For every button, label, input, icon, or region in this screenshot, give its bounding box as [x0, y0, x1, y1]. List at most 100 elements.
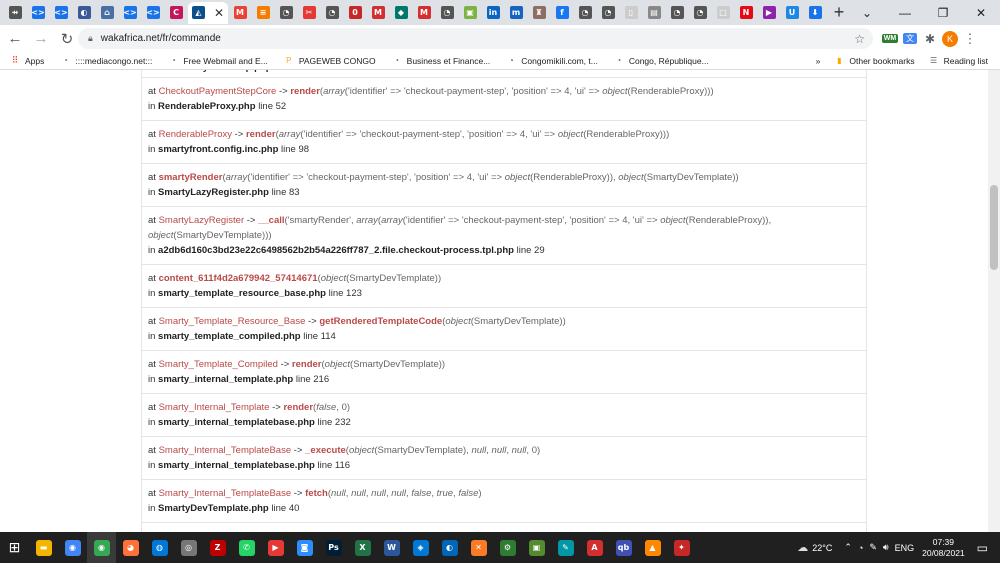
tab-b-18[interactable]: ▤: [643, 2, 665, 24]
bookmark-item[interactable]: ◔ Congomikili.com, t...: [506, 56, 598, 66]
maximize-button[interactable]: ❐: [924, 6, 962, 20]
taskbar-app-2[interactable]: ◉: [87, 532, 116, 563]
address-bar[interactable]: 🔒︎ wakafrica.net/fr/commande ☆: [78, 28, 873, 49]
start-button[interactable]: ⊞: [0, 532, 29, 563]
tab-b-0[interactable]: M: [229, 2, 251, 24]
back-button[interactable]: ←: [2, 30, 28, 47]
taskbar-app-3[interactable]: ◕: [116, 532, 145, 563]
tab-b-25[interactable]: ⬇: [804, 2, 826, 24]
language-indicator[interactable]: ENG: [895, 543, 915, 553]
taskbar-app-6[interactable]: Z: [203, 532, 232, 563]
bookmark-item[interactable]: P PAGEWEB CONGO: [284, 56, 376, 66]
forward-button[interactable]: →: [28, 30, 54, 47]
browser-menu-icon[interactable]: ⋮: [960, 29, 980, 49]
taskbar-app-icon: ⚙: [499, 539, 516, 556]
tab-a-6[interactable]: <>: [142, 2, 164, 24]
tray-chevron-icon[interactable]: ⌃: [844, 542, 852, 553]
taskbar-app-11[interactable]: X: [348, 532, 377, 563]
other-bookmarks-folder[interactable]: ▮ Other bookmarks: [834, 56, 914, 66]
taskbar-app-20[interactable]: qb: [609, 532, 638, 563]
close-window-button[interactable]: ✕: [962, 6, 1000, 20]
tab-b-4[interactable]: ◔: [321, 2, 343, 24]
taskbar-app-4[interactable]: ◍: [145, 532, 174, 563]
tab-b-17[interactable]: ▯: [620, 2, 642, 24]
taskbar-app-15[interactable]: ✕: [464, 532, 493, 563]
taskbar-app-19[interactable]: A: [580, 532, 609, 563]
frame-call: at content_611f4d2a679942_57414671(objec…: [148, 273, 442, 284]
taskbar-app-1[interactable]: ◉: [58, 532, 87, 563]
tab-a-0[interactable]: ⇸: [4, 2, 26, 24]
extensions-puzzle-icon[interactable]: ✱: [920, 29, 940, 49]
tab-a-1[interactable]: <>: [27, 2, 49, 24]
page-scrollbar[interactable]: [988, 70, 1000, 532]
network-icon[interactable]: ◔: [858, 543, 863, 553]
bookmark-star-icon[interactable]: ☆: [854, 32, 865, 46]
tab-a-7[interactable]: C: [165, 2, 187, 24]
tab-b-24[interactable]: U: [781, 2, 803, 24]
tab-b-20[interactable]: ◔: [689, 2, 711, 24]
tab-a-2[interactable]: <>: [50, 2, 72, 24]
tab-b-8[interactable]: M: [413, 2, 435, 24]
taskbar-app-22[interactable]: ✦: [667, 532, 696, 563]
apps-shortcut[interactable]: ⠿ Apps: [10, 55, 45, 66]
taskbar-app-16[interactable]: ⚙: [493, 532, 522, 563]
lock-icon[interactable]: 🔒︎: [88, 33, 93, 44]
tab-b-21[interactable]: □: [712, 2, 734, 24]
tab-active[interactable]: ◭ ✕: [188, 1, 228, 24]
taskbar-app-10[interactable]: Ps: [319, 532, 348, 563]
extension-translate-icon[interactable]: 文: [900, 29, 920, 49]
minimize-button[interactable]: —: [886, 6, 924, 20]
taskbar-app-8[interactable]: ▶: [261, 532, 290, 563]
taskbar-app-18[interactable]: ✎: [551, 532, 580, 563]
extension-wm-icon[interactable]: WM: [880, 29, 900, 49]
bookmark-item[interactable]: ◔ Congo, République...: [614, 56, 708, 66]
bookmarks-overflow-button[interactable]: »: [816, 56, 821, 66]
tab-b-12[interactable]: m: [505, 2, 527, 24]
volume-icon[interactable]: 🔊︎: [883, 542, 889, 553]
tab-search-dropdown-icon[interactable]: ⌄: [848, 6, 886, 20]
tab-b-2[interactable]: ◔: [275, 2, 297, 24]
tab-b-6[interactable]: M: [367, 2, 389, 24]
tab-b-14[interactable]: f: [551, 2, 573, 24]
bookmark-item[interactable]: ◔ Free Webmail and E...: [168, 56, 268, 66]
taskbar-app-17[interactable]: ▣: [522, 532, 551, 563]
taskbar-app-icon: ◙: [296, 539, 313, 556]
bookmark-item[interactable]: ◔ Business et Finance...: [392, 56, 490, 66]
pen-icon[interactable]: ✎: [869, 542, 877, 553]
tab-b-1[interactable]: ≡: [252, 2, 274, 24]
bookmark-item[interactable]: ◔::::mediacongo.net:::: [60, 56, 152, 66]
tab-b-5[interactable]: 0: [344, 2, 366, 24]
tab-b-16[interactable]: ◔: [597, 2, 619, 24]
tab-b-15[interactable]: ◔: [574, 2, 596, 24]
taskbar-app-0[interactable]: ▬: [29, 532, 58, 563]
taskbar-app-9[interactable]: ◙: [290, 532, 319, 563]
tab-b-13[interactable]: ♜: [528, 2, 550, 24]
tab-b-7[interactable]: ◆: [390, 2, 412, 24]
tab-b-19[interactable]: ◔: [666, 2, 688, 24]
tab-b-3[interactable]: ✂: [298, 2, 320, 24]
weather-temperature[interactable]: 22°C: [812, 543, 832, 553]
notifications-icon[interactable]: ▭: [977, 541, 988, 555]
tab-b-23[interactable]: ▶: [758, 2, 780, 24]
weather-icon[interactable]: ☁: [797, 541, 808, 554]
frame-location: in smarty_internal_template.php line 216: [148, 374, 330, 385]
tab-a-5[interactable]: <>: [119, 2, 141, 24]
tab-a-4[interactable]: ⌂: [96, 2, 118, 24]
tab-b-11[interactable]: in: [482, 2, 504, 24]
taskbar-app-7[interactable]: ✆: [232, 532, 261, 563]
tab-a-3[interactable]: ◐: [73, 2, 95, 24]
tab-close-icon[interactable]: ✕: [214, 6, 224, 20]
taskbar-app-5[interactable]: ◎: [174, 532, 203, 563]
taskbar-app-12[interactable]: W: [377, 532, 406, 563]
scrollbar-thumb[interactable]: [990, 185, 998, 270]
reload-button[interactable]: ↻: [54, 30, 80, 48]
taskbar-app-13[interactable]: ◈: [406, 532, 435, 563]
reading-list-button[interactable]: ☰ Reading list: [929, 56, 988, 66]
taskbar-app-14[interactable]: ◐: [435, 532, 464, 563]
taskbar-app-21[interactable]: ▲: [638, 532, 667, 563]
profile-avatar[interactable]: K: [940, 29, 960, 49]
tab-b-9[interactable]: ◔: [436, 2, 458, 24]
taskbar-clock[interactable]: 07:39 20/08/2021: [922, 537, 965, 559]
tab-b-10[interactable]: ▣: [459, 2, 481, 24]
tab-b-22[interactable]: N: [735, 2, 757, 24]
